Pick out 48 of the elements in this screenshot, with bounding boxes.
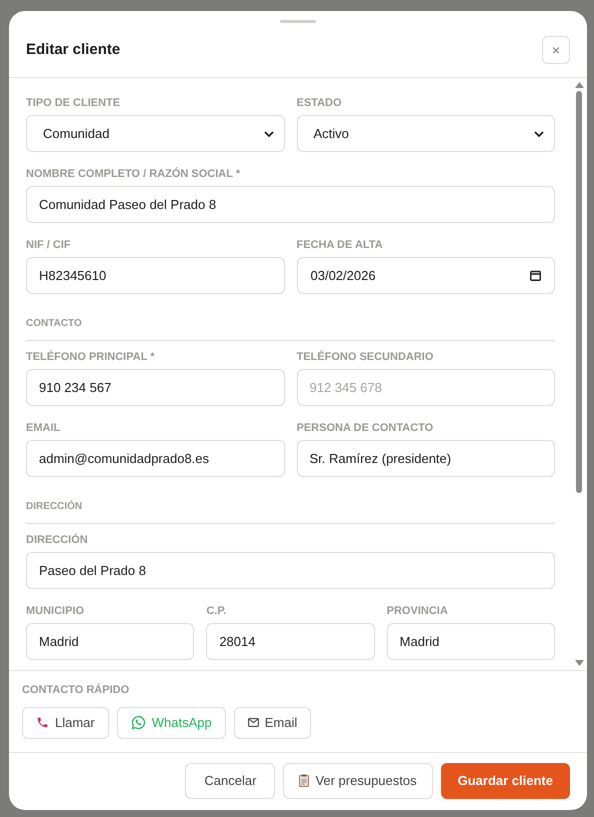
input-field[interactable]: admin@comunidadprado8.es bbox=[26, 440, 284, 477]
input-field[interactable]: Sr. Ramírez (presidente) bbox=[296, 440, 555, 477]
field-label: C.P. bbox=[206, 604, 226, 617]
close-button[interactable]: × bbox=[542, 36, 570, 64]
field-label: ESTADO bbox=[296, 96, 342, 109]
quotes-button[interactable]: Ver presupuestos bbox=[283, 762, 433, 798]
field-label: EMAIL bbox=[26, 421, 60, 434]
input-field[interactable]: 912 345 678 bbox=[296, 369, 555, 406]
chat-bubble-icon bbox=[130, 715, 146, 730]
phone-icon bbox=[36, 716, 49, 729]
scrollbar-thumb[interactable] bbox=[576, 91, 582, 493]
dialog-title: Editar cliente bbox=[26, 40, 120, 60]
field-label: TELÉFONO PRINCIPAL * bbox=[26, 349, 155, 363]
input-field[interactable]: 910 234 567 bbox=[26, 369, 284, 406]
input-field[interactable]: Madrid bbox=[386, 623, 555, 660]
email-button[interactable]: Email bbox=[234, 706, 312, 738]
cancel-button[interactable]: Cancelar bbox=[185, 762, 276, 798]
envelope-icon bbox=[248, 718, 259, 727]
field-label: NIF / CIF bbox=[26, 238, 71, 251]
calendar-icon bbox=[530, 270, 541, 281]
clipboard-icon bbox=[299, 774, 310, 787]
field-label: PROVINCIA bbox=[386, 604, 448, 617]
date-field[interactable]: 03/02/2026 bbox=[296, 257, 555, 294]
input-field[interactable]: Comunidad Paseo del Prado 8 bbox=[26, 186, 555, 223]
input-field[interactable]: 28014 bbox=[206, 623, 375, 660]
section-heading: CONTACTO bbox=[26, 317, 82, 331]
scroll-down-icon[interactable] bbox=[574, 660, 584, 666]
field-label: TELÉFONO SECUNDARIO bbox=[296, 349, 434, 363]
field-label: MUNICIPIO bbox=[26, 604, 84, 617]
scrollbar[interactable] bbox=[574, 82, 584, 666]
call-button[interactable]: Llamar bbox=[22, 706, 109, 738]
input-field[interactable]: Paseo del Prado 8 bbox=[26, 552, 555, 589]
section-heading: CONTACTO RÁPIDO bbox=[22, 682, 130, 698]
field-label: PERSONA DE CONTACTO bbox=[296, 421, 434, 434]
field-label: DIRECCIÓN bbox=[26, 532, 88, 546]
field-label: FECHA DE ALTA bbox=[296, 238, 383, 251]
section-heading: DIRECCIÓN bbox=[26, 499, 82, 514]
field-label: NOMBRE COMPLETO / RAZÓN SOCIAL * bbox=[26, 166, 240, 180]
input-field[interactable]: Madrid bbox=[26, 623, 194, 660]
drag-handle[interactable] bbox=[280, 20, 316, 23]
chevron-down-icon bbox=[264, 130, 274, 136]
chevron-down-icon bbox=[534, 130, 544, 136]
select-field[interactable]: Comunidad bbox=[26, 115, 284, 152]
field-label: TIPO DE CLIENTE bbox=[26, 96, 120, 109]
scroll-up-icon[interactable] bbox=[574, 82, 584, 88]
input-field[interactable]: H82345610 bbox=[26, 257, 284, 294]
save-button[interactable]: Guardar cliente bbox=[440, 762, 570, 798]
select-field[interactable]: Activo bbox=[296, 115, 555, 152]
